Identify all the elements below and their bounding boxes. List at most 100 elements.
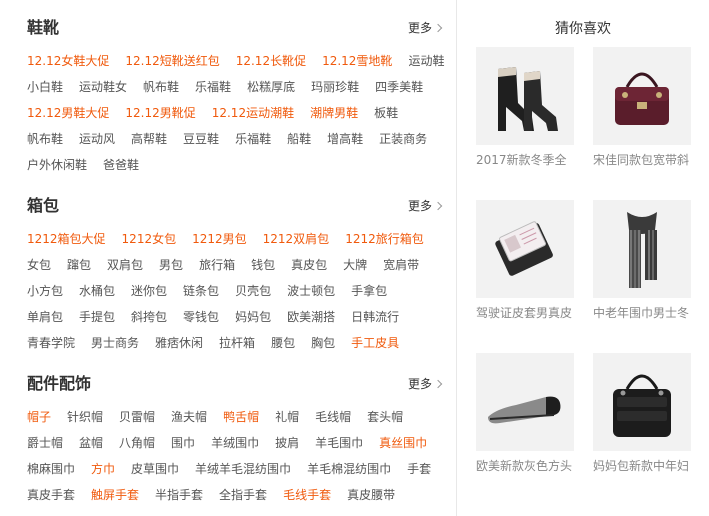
more-link[interactable]: 更多	[408, 197, 443, 215]
tag-link[interactable]: 青春学院	[27, 335, 75, 351]
tag-link[interactable]: 男士商务	[91, 335, 139, 351]
tag-link[interactable]: 胸包	[311, 335, 335, 351]
hot-tag-link[interactable]: 12.12长靴促	[236, 53, 306, 69]
tag-link[interactable]: 玛丽珍鞋	[311, 79, 359, 95]
tag-link[interactable]: 手套	[407, 461, 431, 477]
tag-link[interactable]: 运动鞋女	[79, 79, 127, 95]
hot-tag-link[interactable]: 12.12运动潮鞋	[212, 105, 294, 121]
hot-tag-link[interactable]: 12.12男鞋大促	[27, 105, 109, 121]
tag-link[interactable]: 毛线帽	[315, 409, 351, 425]
product-card[interactable]: 欧美新款灰色方头	[476, 353, 574, 474]
tag-link[interactable]: 运动风	[79, 131, 115, 147]
hot-tag-link[interactable]: 触屏手套	[91, 487, 139, 503]
tag-link[interactable]: 男包	[159, 257, 183, 273]
tag-link[interactable]: 八角帽	[119, 435, 155, 451]
more-link[interactable]: 更多	[408, 375, 443, 393]
tag-link[interactable]: 迷你包	[131, 283, 167, 299]
tag-link[interactable]: 妈妈包	[235, 309, 271, 325]
tag-link[interactable]: 围巾	[171, 435, 195, 451]
tag-link[interactable]: 羊毛围巾	[315, 435, 363, 451]
tag-link[interactable]: 欧美潮搭	[287, 309, 335, 325]
tag-link[interactable]: 真皮手套	[27, 487, 75, 503]
tag-link[interactable]: 半指手套	[155, 487, 203, 503]
tag-link[interactable]: 旅行箱	[199, 257, 235, 273]
hot-tag-link[interactable]: 1212旅行箱包	[345, 231, 424, 247]
tag-link[interactable]: 链条包	[183, 283, 219, 299]
tag-link[interactable]: 披肩	[275, 435, 299, 451]
tag-link[interactable]: 爵士帽	[27, 435, 63, 451]
tag-link[interactable]: 水桶包	[79, 283, 115, 299]
tag-link[interactable]: 运动鞋	[408, 53, 444, 69]
tag-link[interactable]: 腰包	[271, 335, 295, 351]
tag-link[interactable]: 帆布鞋	[143, 79, 179, 95]
tag-link[interactable]: 斜挎包	[131, 309, 167, 325]
hot-tag-link[interactable]: 1212箱包大促	[27, 231, 106, 247]
hot-tag-link[interactable]: 12.12男靴促	[125, 105, 195, 121]
tag-link[interactable]: 真皮腰带	[347, 487, 395, 503]
tag-link[interactable]: 羊绒羊毛混纺围巾	[195, 461, 291, 477]
tag-link[interactable]: 女包	[27, 257, 51, 273]
hot-tag-link[interactable]: 1212男包	[192, 231, 247, 247]
tag-link[interactable]: 盆帽	[79, 435, 103, 451]
tag-link[interactable]: 棉麻围巾	[27, 461, 75, 477]
tag-link[interactable]: 羊绒围巾	[211, 435, 259, 451]
hot-tag-link[interactable]: 12.12短靴送红包	[125, 53, 219, 69]
tag-link[interactable]: 波士顿包	[287, 283, 335, 299]
tag-link[interactable]: 套头帽	[367, 409, 403, 425]
tag-link[interactable]: 单肩包	[27, 309, 63, 325]
product-card[interactable]: 妈妈包新款中年妇	[593, 353, 691, 474]
tag-link[interactable]: 渔夫帽	[171, 409, 207, 425]
tag-link[interactable]: 宽肩带	[383, 257, 419, 273]
product-card[interactable]: 中老年围巾男士冬	[593, 200, 691, 321]
tag-link[interactable]: 板鞋	[374, 105, 398, 121]
tag-link[interactable]: 蹿包	[67, 257, 91, 273]
tag-link[interactable]: 手提包	[79, 309, 115, 325]
hot-tag-link[interactable]: 鸭舌帽	[223, 409, 259, 425]
hot-tag-link[interactable]: 1212双肩包	[263, 231, 330, 247]
hot-tag-link[interactable]: 手工皮具	[351, 335, 399, 351]
tag-link[interactable]: 高帮鞋	[131, 131, 167, 147]
tag-link[interactable]: 户外休闲鞋	[27, 157, 87, 173]
tag-link[interactable]: 钱包	[251, 257, 275, 273]
hot-tag-link[interactable]: 毛线手套	[283, 487, 331, 503]
tag-link[interactable]: 小方包	[27, 283, 63, 299]
tag-link[interactable]: 羊毛棉混纺围巾	[307, 461, 391, 477]
tag-link[interactable]: 真皮包	[291, 257, 327, 273]
tag-link[interactable]: 船鞋	[287, 131, 311, 147]
license-wallet-icon	[476, 200, 574, 298]
tag-link[interactable]: 皮草围巾	[131, 461, 179, 477]
tag-link[interactable]: 松糕厚底	[247, 79, 295, 95]
hot-tag-link[interactable]: 方巾	[91, 461, 115, 477]
hot-tag-link[interactable]: 帽子	[27, 409, 51, 425]
tag-link[interactable]: 雅痞休闲	[155, 335, 203, 351]
hot-tag-link[interactable]: 潮牌男鞋	[310, 105, 358, 121]
tag-link[interactable]: 全指手套	[219, 487, 267, 503]
product-card[interactable]: 宋佳同款包宽带斜	[593, 47, 691, 168]
tag-link[interactable]: 帆布鞋	[27, 131, 63, 147]
product-card[interactable]: 2017新款冬季全	[476, 47, 574, 168]
tag-link[interactable]: 手拿包	[351, 283, 387, 299]
tag-link[interactable]: 乐福鞋	[235, 131, 271, 147]
hot-tag-link[interactable]: 12.12雪地靴	[322, 53, 392, 69]
tag-link[interactable]: 豆豆鞋	[183, 131, 219, 147]
tag-link[interactable]: 日韩流行	[351, 309, 399, 325]
tag-link[interactable]: 爸爸鞋	[103, 157, 139, 173]
tag-link[interactable]: 正装商务	[379, 131, 427, 147]
tag-link[interactable]: 双肩包	[107, 257, 143, 273]
tag-link[interactable]: 贝壳包	[235, 283, 271, 299]
tag-link[interactable]: 针织帽	[67, 409, 103, 425]
tag-link[interactable]: 贝雷帽	[119, 409, 155, 425]
hot-tag-link[interactable]: 12.12女鞋大促	[27, 53, 109, 69]
tag-link[interactable]: 拉杆箱	[219, 335, 255, 351]
tag-link[interactable]: 大牌	[343, 257, 367, 273]
tag-link[interactable]: 乐福鞋	[195, 79, 231, 95]
hot-tag-link[interactable]: 1212女包	[122, 231, 177, 247]
more-link[interactable]: 更多	[408, 19, 443, 37]
tag-link[interactable]: 小白鞋	[27, 79, 63, 95]
hot-tag-link[interactable]: 真丝围巾	[379, 435, 427, 451]
tag-link[interactable]: 四季美鞋	[375, 79, 423, 95]
tag-link[interactable]: 零钱包	[183, 309, 219, 325]
product-card[interactable]: 驾驶证皮套男真皮	[476, 200, 574, 321]
tag-link[interactable]: 增高鞋	[327, 131, 363, 147]
tag-link[interactable]: 礼帽	[275, 409, 299, 425]
